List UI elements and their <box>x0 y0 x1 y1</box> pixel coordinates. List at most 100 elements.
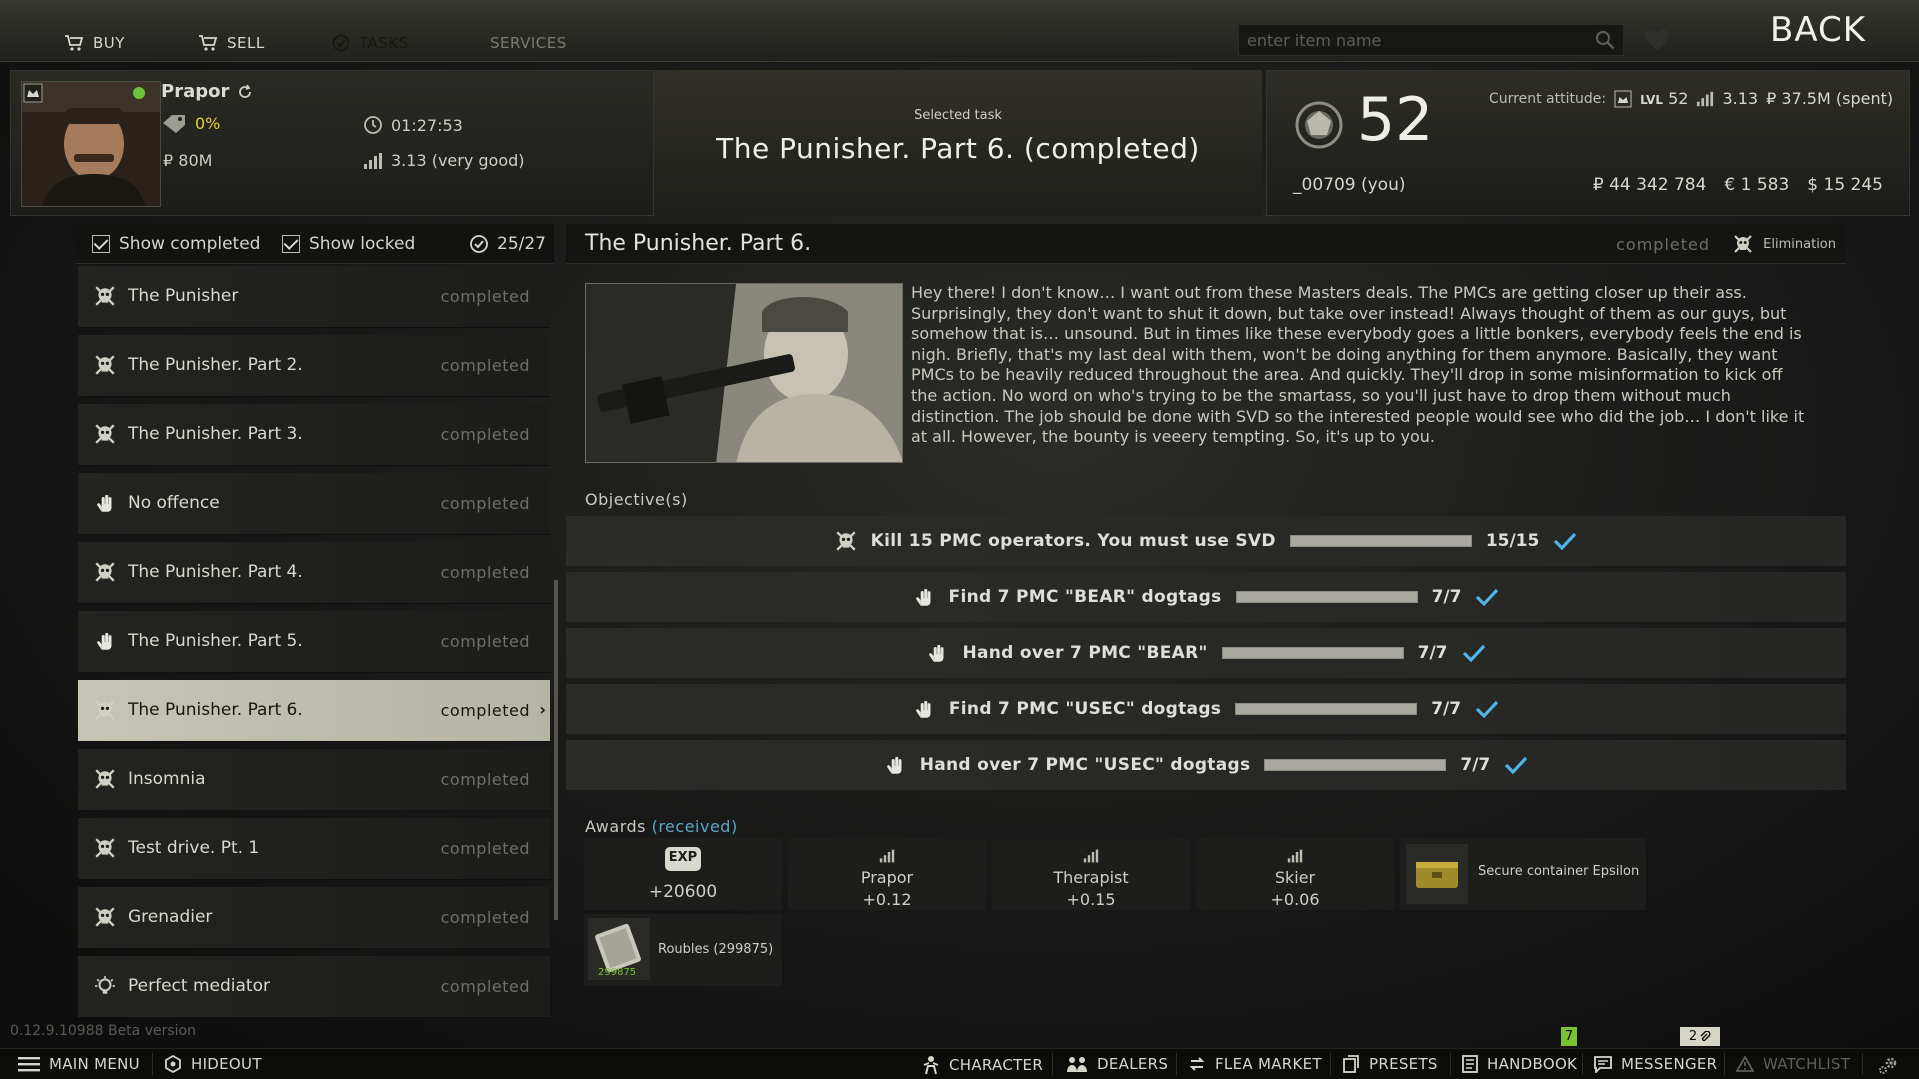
task-title: The Punisher. Part 6. <box>585 231 812 256</box>
divider <box>1582 1053 1583 1075</box>
awards-title: Awards <box>585 817 646 836</box>
divider <box>1052 1053 1053 1075</box>
refresh-icon[interactable] <box>237 84 253 100</box>
award-trader-name: Prapor <box>860 868 914 887</box>
task-count: 25/27 <box>469 234 546 254</box>
task-detail-header: The Punisher. Part 6. completed Eliminat… <box>566 224 1846 264</box>
dealers-icon <box>1067 1057 1087 1072</box>
show-completed-checkbox[interactable]: Show completed <box>92 234 260 254</box>
award-item-container[interactable]: Secure container Epsilon <box>1400 838 1646 910</box>
standing-icon <box>1083 849 1099 863</box>
task-list: The Punisher completed The Punisher. Part … <box>76 266 552 1046</box>
award-trader-value: +0.12 <box>862 890 912 909</box>
objective-row: Hand over 7 PMC "USEC" dogtags 7/7 <box>566 740 1846 790</box>
show-completed-label: Show completed <box>119 234 261 254</box>
award-standing-therapist[interactable]: Therapist +0.15 <box>992 838 1190 910</box>
messenger-label: MESSENGER <box>1621 1055 1718 1073</box>
task-list-item[interactable]: Perfect mediator completed <box>78 956 550 1018</box>
handbook-button[interactable]: HANDBOOK <box>1462 1055 1577 1073</box>
task-status: completed <box>440 563 530 582</box>
show-completed-box[interactable] <box>92 235 110 253</box>
task-list-item[interactable]: The Punisher. Part 2. completed <box>78 335 550 397</box>
task-image <box>585 283 903 463</box>
task-list-item[interactable]: The Punisher completed <box>78 266 550 328</box>
search-icon[interactable] <box>1595 30 1615 50</box>
presets-button[interactable]: PRESETS <box>1342 1055 1438 1073</box>
award-standing-skier[interactable]: Skier +0.06 <box>1196 838 1394 910</box>
attitude-row: Current attitude: LVL 52 3.13 ₽ 37.5M (s… <box>1489 89 1893 108</box>
dealers-label: DEALERS <box>1097 1055 1169 1073</box>
tab-sell-label: SELL <box>227 34 265 52</box>
task-list-item[interactable]: The Punisher. Part 4. completed <box>78 542 550 604</box>
selected-task-label: Selected task <box>914 108 1002 123</box>
skull-icon <box>94 423 116 445</box>
award-exp-value: +20600 <box>648 882 718 902</box>
item-slot <box>1406 844 1468 904</box>
rank-badge-icon <box>23 83 43 103</box>
task-status: completed <box>440 494 530 513</box>
watchlist-button[interactable]: WATCHLIST <box>1736 1055 1850 1073</box>
task-name: Grenadier <box>128 907 213 927</box>
warning-icon <box>1736 1056 1754 1072</box>
award-standing-prapor[interactable]: Prapor +0.12 <box>788 838 986 910</box>
settings-button[interactable] <box>1878 1055 1900 1075</box>
objective-text: Hand over 7 PMC "BEAR" <box>962 643 1208 663</box>
dollars-balance: $ 15 245 <box>1807 175 1883 195</box>
attitude-level: LVL 52 <box>1640 89 1688 108</box>
presets-label: PRESETS <box>1369 1055 1438 1073</box>
task-list-item[interactable]: Grenadier completed <box>78 887 550 949</box>
exp-badge-label: EXP <box>668 850 698 865</box>
character-button[interactable]: CHARACTER <box>922 1055 1043 1075</box>
task-list-item[interactable]: The Punisher. Part 3. completed <box>78 404 550 466</box>
checkmark-icon <box>1554 532 1577 551</box>
selected-task-title: The Punisher. Part 6. (completed) <box>716 132 1200 165</box>
trader-standing: 3.13 (very good) <box>363 151 525 170</box>
task-list-item[interactable]: The Punisher. Part 6. completed › <box>78 680 550 742</box>
award-item-roubles[interactable]: 299875 Roubles (299875) <box>584 914 782 986</box>
task-type: Elimination <box>1733 234 1836 254</box>
task-list-item[interactable]: Test drive. Pt. 1 completed <box>78 818 550 880</box>
task-list-scrollbar[interactable] <box>554 580 558 920</box>
dealers-button[interactable]: DEALERS <box>1066 1055 1168 1073</box>
trader-money: ₽ 80M <box>163 151 212 170</box>
hand-icon <box>926 642 948 664</box>
task-name: The Punisher. Part 3. <box>128 424 303 444</box>
objective-progress-bar <box>1235 591 1418 603</box>
menu-icon <box>18 1057 40 1072</box>
show-locked-box[interactable] <box>282 235 300 253</box>
tab-tasks[interactable]: TASKS <box>304 28 458 58</box>
task-name: Perfect mediator <box>128 976 270 996</box>
hideout-button[interactable]: HIDEOUT <box>164 1055 262 1073</box>
task-list-item[interactable]: The Punisher. Part 5. completed <box>78 611 550 673</box>
search-input[interactable] <box>1247 30 1595 50</box>
divider <box>152 1053 153 1075</box>
flea-market-label: FLEA MARKET <box>1215 1055 1322 1073</box>
task-list-item[interactable]: Insomnia completed <box>78 749 550 811</box>
tab-buy[interactable]: BUY <box>34 28 168 58</box>
task-status: completed <box>440 908 530 927</box>
award-exp[interactable]: EXP +20600 <box>584 838 782 910</box>
skull-icon <box>94 906 116 928</box>
skull-icon <box>835 530 857 552</box>
flea-market-button[interactable]: FLEA MARKET <box>1188 1055 1322 1073</box>
tab-services[interactable]: SERVICES <box>462 28 596 58</box>
bulb-icon <box>94 975 116 997</box>
hand-icon <box>913 586 935 608</box>
task-type-label: Elimination <box>1763 236 1836 252</box>
messenger-button[interactable]: MESSENGER <box>1594 1055 1717 1073</box>
tab-sell[interactable]: SELL <box>172 28 308 58</box>
messenger-icon <box>1594 1056 1612 1073</box>
objective-progress-fill <box>1265 760 1446 770</box>
skull-icon <box>94 354 116 376</box>
task-list-header: Show completed Show locked 25/27 <box>76 224 554 264</box>
objective-row: Find 7 PMC "USEC" dogtags 7/7 <box>566 684 1846 734</box>
selected-task-box: Selected task The Punisher. Part 6. (com… <box>654 70 1262 216</box>
task-name: Test drive. Pt. 1 <box>128 838 260 858</box>
back-button[interactable]: BACK <box>1770 10 1866 50</box>
show-locked-checkbox[interactable]: Show locked <box>282 234 415 254</box>
heart-icon[interactable] <box>1644 28 1670 52</box>
task-list-item[interactable]: No offence completed <box>78 473 550 535</box>
objective-progress-fill <box>1290 536 1471 546</box>
main-menu-button[interactable]: MAIN MENU <box>18 1055 140 1073</box>
task-name: The Punisher. Part 6. <box>128 700 303 720</box>
